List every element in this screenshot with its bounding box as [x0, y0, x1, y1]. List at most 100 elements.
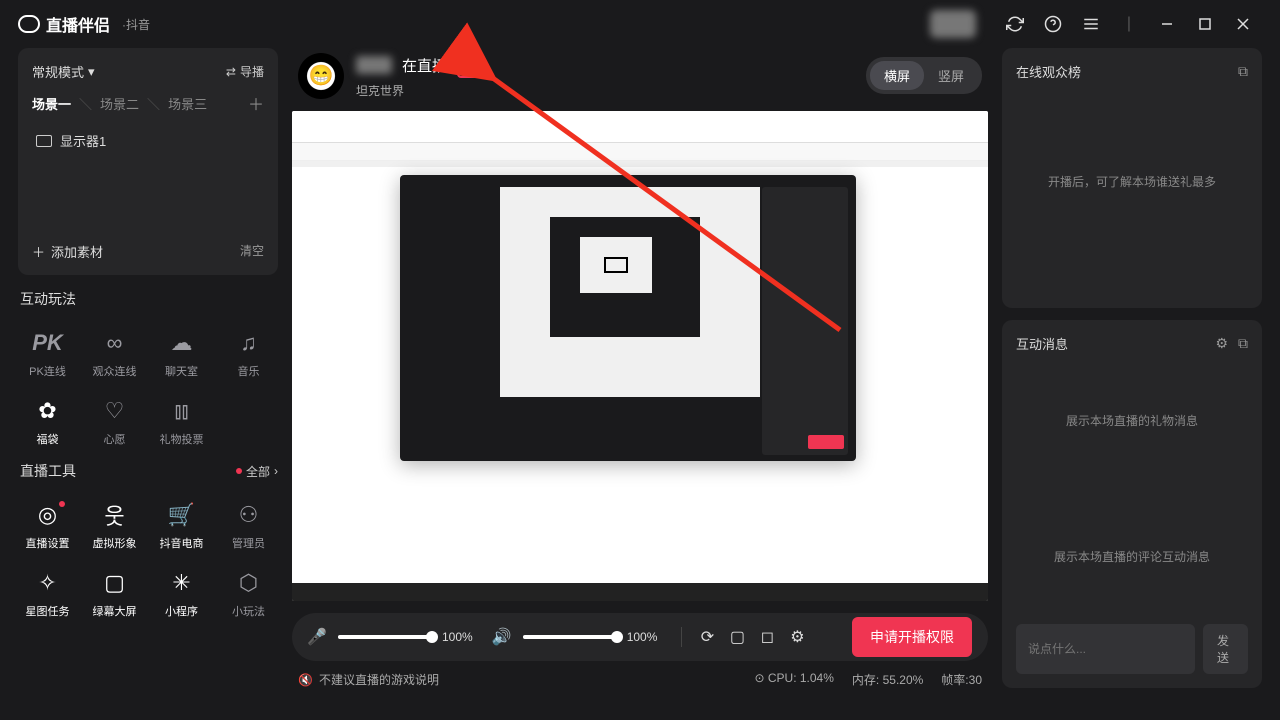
- virtual-avatar-button[interactable]: 웃虚拟形象: [85, 501, 144, 551]
- control-bar: 🎤 100% 🔊 100% ⟳ ▢ ◻ ⚙ 申请开播权限: [292, 613, 988, 661]
- chat-icon: ☁: [168, 329, 196, 357]
- refresh-preview-icon[interactable]: ⟳: [698, 628, 716, 646]
- comment-empty-text: 展示本场直播的评论互动消息: [1016, 489, 1248, 625]
- pk-icon: PK: [34, 329, 62, 357]
- ecommerce-button[interactable]: 🛒抖音电商: [152, 501, 211, 551]
- music-icon: ♫: [235, 329, 263, 357]
- admin-button[interactable]: ⚇管理员: [219, 501, 278, 551]
- chat-input[interactable]: [1016, 624, 1195, 674]
- gift-empty-text: 展示本场直播的礼物消息: [1016, 353, 1248, 489]
- greenscreen-button[interactable]: ▢绿幕大屏: [85, 569, 144, 619]
- speaker-icon[interactable]: 🔊: [493, 628, 511, 646]
- app-subname: ·抖音: [122, 16, 150, 33]
- play-icon: ⬡: [235, 569, 263, 597]
- game-warning[interactable]: 🔇 不建议直播的游戏说明: [298, 671, 439, 688]
- director-button[interactable]: ⇄ 导播: [226, 63, 264, 80]
- admin-icon: ⚇: [235, 501, 263, 529]
- app-logo: 直播伴侣 ·抖音: [18, 12, 150, 36]
- mic-icon[interactable]: 🎤: [308, 628, 326, 646]
- avatar-icon: 웃: [101, 501, 129, 529]
- star-icon: ✧: [34, 569, 62, 597]
- add-scene-button[interactable]: ＋: [248, 91, 264, 115]
- menu-icon[interactable]: [1082, 15, 1100, 33]
- preview-area[interactable]: [292, 111, 988, 601]
- link-icon: ∞: [101, 329, 129, 357]
- add-source-button[interactable]: ＋ 添加素材: [32, 242, 103, 261]
- maximize-icon[interactable]: [1196, 15, 1214, 33]
- clear-sources-button[interactable]: 清空: [240, 242, 264, 261]
- app-icon: ✳: [168, 569, 196, 597]
- cart-icon: 🛒: [168, 501, 196, 529]
- mode-dropdown[interactable]: 常规模式 ▾: [32, 62, 95, 81]
- mic-slider[interactable]: [338, 635, 430, 639]
- orientation-vertical[interactable]: 竖屏: [924, 61, 978, 90]
- help-icon[interactable]: [1044, 15, 1062, 33]
- scene-tabs: 场景一 ＼ 场景二 ＼ 场景三 ＋: [32, 91, 264, 115]
- minigame-button[interactable]: ⬡小玩法: [219, 569, 278, 619]
- go-live-button[interactable]: 申请开播权限: [852, 617, 972, 657]
- interactive-grid: PKPK连线 ∞观众连线 ☁聊天室 ♫音乐 ✿福袋 ♡心愿 ⫾⫾礼物投票: [18, 329, 278, 447]
- send-button[interactable]: 发送: [1203, 624, 1248, 674]
- chatroom-button[interactable]: ☁聊天室: [152, 329, 211, 379]
- minimize-icon[interactable]: [1158, 15, 1176, 33]
- heart-icon: ♡: [101, 397, 129, 425]
- speaker-slider[interactable]: [523, 635, 615, 639]
- stream-title-blurred: [356, 56, 392, 74]
- gift-vote-button[interactable]: ⫾⫾礼物投票: [152, 397, 211, 447]
- scene-tab-1[interactable]: 场景一: [32, 94, 71, 113]
- scene-panel: 常规模式 ▾ ⇄ 导播 场景一 ＼ 场景二 ＼ 场景三 ＋ 显示器1 ＋ 添加素…: [18, 48, 278, 275]
- camera-icon[interactable]: ◻: [758, 628, 776, 646]
- msg-settings-icon[interactable]: ⚙: [1215, 335, 1228, 352]
- record-icon[interactable]: ▢: [728, 628, 746, 646]
- source-label: 显示器1: [60, 131, 106, 150]
- wish-button[interactable]: ♡心愿: [85, 397, 144, 447]
- settings-icon[interactable]: ⚙: [788, 628, 806, 646]
- popout-viewers-icon[interactable]: ⧉: [1238, 63, 1248, 80]
- vote-icon: ⫾⫾: [168, 397, 196, 425]
- popout-msg-icon[interactable]: ⧉: [1238, 335, 1248, 352]
- messages-title: 互动消息: [1016, 334, 1068, 353]
- window-sep: |: [1120, 15, 1138, 33]
- viewers-title: 在线观众榜: [1016, 62, 1081, 81]
- viewers-empty-text: 开播后，可了解本场谁送礼最多: [1016, 81, 1248, 281]
- app-name: 直播伴侣: [46, 12, 110, 36]
- lucky-bag-button[interactable]: ✿福袋: [18, 397, 77, 447]
- mic-percent: 100%: [442, 630, 473, 644]
- speaker-percent: 100%: [627, 630, 658, 644]
- miniapp-button[interactable]: ✳小程序: [152, 569, 211, 619]
- close-icon[interactable]: [1234, 15, 1252, 33]
- tools-grid: ◎直播设置 웃虚拟形象 🛒抖音电商 ⚇管理员 ✧星图任务 ▢绿幕大屏 ✳小程序 …: [18, 501, 278, 619]
- bag-icon: ✿: [34, 397, 62, 425]
- screen-icon: ▢: [101, 569, 129, 597]
- tools-all-link[interactable]: 全部 ›: [236, 463, 278, 480]
- user-avatar-blurred[interactable]: [930, 10, 976, 38]
- stream-header: 😁 在直播 ✎ 坦克世界 横屏 竖屏: [292, 48, 988, 111]
- viewers-panel: 在线观众榜 ⧉ 开播后，可了解本场谁送礼最多: [1002, 48, 1262, 308]
- messages-panel: 互动消息 ⚙ ⧉ 展示本场直播的礼物消息 展示本场直播的评论互动消息 发送: [1002, 320, 1262, 688]
- tools-section-title: 直播工具 全部 ›: [20, 461, 278, 481]
- orientation-toggle: 横屏 竖屏: [866, 57, 982, 94]
- scene-tab-2[interactable]: 场景二: [100, 94, 139, 113]
- gear-icon: ◎: [34, 501, 62, 529]
- live-settings-button[interactable]: ◎直播设置: [18, 501, 77, 551]
- source-monitor-1[interactable]: 显示器1: [32, 125, 264, 156]
- fps-stat: 帧率:30: [941, 671, 982, 688]
- titlebar: 直播伴侣 ·抖音 |: [0, 0, 1280, 48]
- stream-title-suffix: 在直播: [402, 55, 447, 76]
- interactive-section-title: 互动玩法: [20, 289, 278, 309]
- scene-tab-3[interactable]: 场景三: [168, 94, 207, 113]
- refresh-icon[interactable]: [1006, 15, 1024, 33]
- audience-link-button[interactable]: ∞观众连线: [85, 329, 144, 379]
- logo-icon: [18, 15, 40, 33]
- stream-avatar[interactable]: 😁: [298, 53, 344, 99]
- status-bar: 🔇 不建议直播的游戏说明 ⊙ CPU: 1.04% 内存: 55.20% 帧率:…: [292, 661, 988, 688]
- edit-title-button[interactable]: ✎: [457, 52, 483, 78]
- stream-category: 坦克世界: [356, 82, 483, 99]
- cpu-stat: ⊙ CPU: 1.04%: [754, 671, 833, 688]
- star-task-button[interactable]: ✧星图任务: [18, 569, 77, 619]
- music-button[interactable]: ♫音乐: [219, 329, 278, 379]
- mem-stat: 内存: 55.20%: [852, 671, 923, 688]
- monitor-icon: [36, 135, 52, 147]
- orientation-horizontal[interactable]: 横屏: [870, 61, 924, 90]
- pk-link-button[interactable]: PKPK连线: [18, 329, 77, 379]
